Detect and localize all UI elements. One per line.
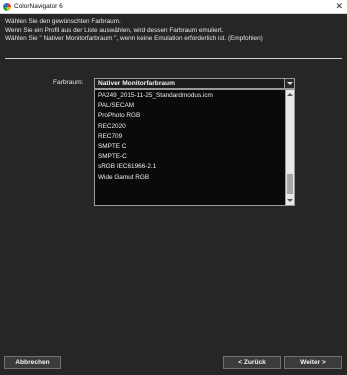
colorspace-option[interactable]: PAL/SECAM [95,101,286,111]
instruction-line: Wählen Sie den gewünschten Farbraum. [5,18,121,25]
instruction-line: Wählen Sie " Nativer Monitorfarbraum ", … [5,35,263,42]
colorspace-option[interactable]: SMPTE-C [95,152,286,162]
next-button[interactable]: Weiter > [284,356,342,369]
colorspace-select[interactable]: Nativer Monitorfarbraum [94,78,295,89]
back-button[interactable]: < Zurück [223,356,281,369]
instructions-text: Wählen Sie den gewünschten Farbraum. Wen… [5,18,343,44]
colorspace-options: PA249_2015-11-25_Standardmodus.icm PAL/S… [95,90,286,205]
colorspace-selected-value: Nativer Monitorfarbraum [98,80,175,87]
title-bar: ColorNavigator 6 ✕ [0,0,347,14]
scroll-down-arrow-icon[interactable] [286,197,294,205]
colorspace-option[interactable]: ProPhoto RGB [95,111,286,121]
colorspace-option[interactable]: PA249_2015-11-25_Standardmodus.icm [95,91,286,101]
chevron-down-icon[interactable] [284,79,294,88]
header-divider [5,58,342,59]
colorspace-dropdown-list[interactable]: PA249_2015-11-25_Standardmodus.icm PAL/S… [94,89,295,206]
colorspace-label: Farbraum: [53,79,84,86]
instruction-line: Wenn Sie ein Profil aus der Liste auswäh… [5,26,224,34]
colornavigator-app-icon [3,3,11,11]
cancel-button[interactable]: Abbrechen [4,356,61,369]
colorspace-option[interactable]: REC709 [95,132,286,142]
dropdown-scrollbar[interactable] [285,90,294,205]
colorspace-option[interactable]: REC2020 [95,122,286,132]
colorspace-option[interactable]: Wide Gamut RGB [95,173,286,183]
close-window-button[interactable]: ✕ [335,1,343,12]
scroll-up-arrow-icon[interactable] [286,90,294,98]
scrollbar-thumb[interactable] [287,174,293,194]
colorspace-option[interactable]: sRGB IEC61966-2.1 [95,162,286,172]
window-title: ColorNavigator 6 [14,3,63,10]
colorspace-option[interactable]: SMPTE C [95,142,286,152]
